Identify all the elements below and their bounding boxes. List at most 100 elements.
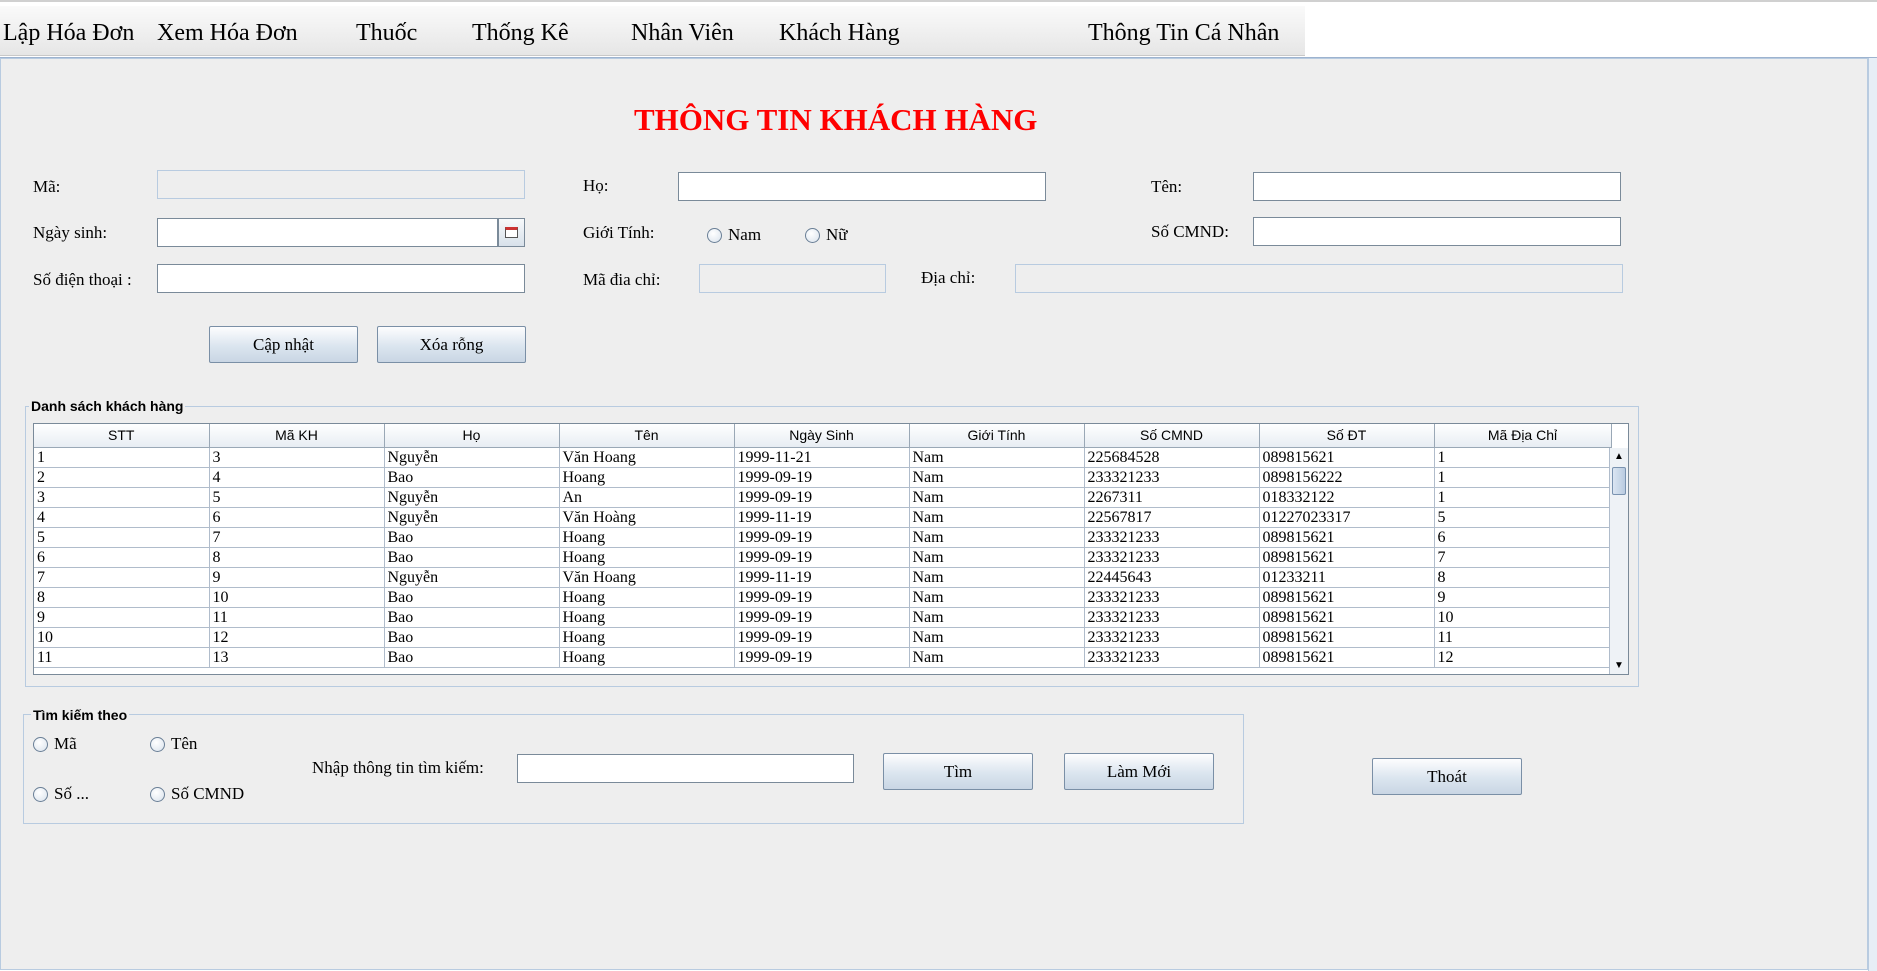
search-input[interactable] [517, 754, 854, 783]
column-header[interactable]: Ngày Sinh [734, 424, 910, 448]
customer-list-title: Danh sách khách hàng [29, 398, 186, 414]
ho-label: Họ: [583, 176, 609, 195]
table-cell: 11 [209, 607, 385, 628]
table-cell: 1 [1434, 447, 1612, 468]
so-dien-thoai-label: Số điện thoại : [33, 270, 132, 289]
scroll-up-icon[interactable]: ▲ [1610, 448, 1628, 465]
table-cell: 1999-09-19 [734, 467, 910, 488]
table-cell: 8 [1434, 567, 1612, 588]
menu-thuoc[interactable]: Thuốc [356, 20, 417, 47]
table-cell: 4 [209, 467, 385, 488]
column-header[interactable]: Mã KH [209, 424, 385, 448]
table-cell: 10 [34, 627, 210, 648]
table-row[interactable]: 2 4 Bao Hoang 1999-09-19 Nam 233321233 08981562… [34, 467, 1612, 488]
ngay-sinh-field[interactable] [157, 218, 498, 247]
clear-button[interactable]: Xóa rỗng [377, 326, 526, 363]
table-cell: An [559, 487, 735, 508]
column-header[interactable]: Số CMND [1084, 424, 1260, 448]
menu-khach-hang[interactable]: Khách Hàng [779, 20, 900, 47]
table-row[interactable]: 4 6 Nguyễn Văn Hoàng 1999-11-19 Nam 22567817 01… [34, 507, 1612, 528]
table-row[interactable]: 11 13 Bao Hoang 1999-09-19 Nam 233321233 089815… [34, 647, 1612, 668]
table-cell: Nguyễn [384, 447, 560, 468]
menu-thong-ke[interactable]: Thống Kê [472, 20, 569, 47]
table-cell: Nam [909, 467, 1085, 488]
table-cell: 225684528 [1084, 447, 1260, 468]
gioi-tinh-nu-radio[interactable]: Nữ [805, 225, 848, 245]
menu-lap-hoa-don[interactable]: Lập Hóa Đơn [3, 20, 134, 47]
search-input-label: Nhập thông tin tìm kiếm: [312, 758, 484, 777]
find-button[interactable]: Tìm [883, 753, 1033, 790]
calendar-icon[interactable] [498, 218, 525, 247]
ma-dia-chi-field[interactable] [699, 264, 886, 293]
ngay-sinh-label: Ngày sinh: [33, 223, 108, 242]
table-cell: Hoang [559, 527, 735, 548]
table-cell: Bao [384, 527, 560, 548]
table-cell: 6 [34, 547, 210, 568]
radio-label: Tên [171, 734, 198, 753]
table-row[interactable]: 10 12 Bao Hoang 1999-09-19 Nam 233321233 089815… [34, 627, 1612, 648]
table-row[interactable]: 1 3 Nguyễn Văn Hoang 1999-11-21 Nam 225684528 0… [34, 447, 1612, 468]
radio-label: Nữ [826, 225, 848, 244]
table-cell: 12 [209, 627, 385, 648]
search-by-ma-radio[interactable]: Mã [33, 734, 77, 754]
table-cell: Hoang [559, 607, 735, 628]
update-button[interactable]: Cập nhật [209, 326, 358, 363]
table-cell: 01227023317 [1259, 507, 1435, 528]
column-header[interactable]: Giới Tính [909, 424, 1085, 448]
menu-thong-tin-ca-nhan[interactable]: Thông Tin Cá Nhân [1088, 20, 1279, 47]
table-row[interactable]: 3 5 Nguyễn An 1999-09-19 Nam 2267311 018332122 1 [34, 487, 1612, 508]
table-row[interactable]: 8 10 Bao Hoang 1999-09-19 Nam 233321233 0898156… [34, 587, 1612, 608]
table-cell: 1999-09-19 [734, 627, 910, 648]
table-cell: Nam [909, 607, 1085, 628]
radio-icon [33, 736, 48, 752]
column-header[interactable]: Mã Địa Chỉ [1434, 424, 1612, 448]
table-cell: 089815621 [1259, 447, 1435, 468]
page-title: THÔNG TIN KHÁCH HÀNG [634, 102, 1038, 137]
so-dien-thoai-field[interactable] [157, 264, 525, 293]
table-cell: 1 [1434, 467, 1612, 488]
ma-field[interactable] [157, 170, 525, 199]
dia-chi-field[interactable] [1015, 264, 1623, 293]
table-cell: 5 [1434, 507, 1612, 528]
table-cell: Bao [384, 607, 560, 628]
panel-edge [1868, 58, 1877, 971]
scroll-down-icon[interactable]: ▼ [1610, 657, 1628, 674]
column-header[interactable]: Họ [384, 424, 560, 448]
column-header[interactable]: Tên [559, 424, 735, 448]
cmnd-label: Số CMND: [1151, 222, 1229, 241]
table-cell: Bao [384, 627, 560, 648]
table-cell: Nam [909, 547, 1085, 568]
table-row[interactable]: 9 11 Bao Hoang 1999-09-19 Nam 233321233 0898156… [34, 607, 1612, 628]
search-by-cmnd-radio[interactable]: Số CMND [150, 784, 244, 804]
column-header[interactable]: Số ĐT [1259, 424, 1435, 448]
exit-button[interactable]: Thoát [1372, 758, 1522, 795]
gioi-tinh-nam-radio[interactable]: Nam [707, 225, 761, 245]
table-row[interactable]: 6 8 Bao Hoang 1999-09-19 Nam 233321233 08981562… [34, 547, 1612, 568]
ho-field[interactable] [678, 172, 1046, 201]
table-cell: Nam [909, 507, 1085, 528]
radio-label: Nam [728, 225, 762, 244]
menu-nhan-vien[interactable]: Nhân Viên [631, 20, 734, 47]
table-cell: Nam [909, 447, 1085, 468]
cmnd-field[interactable] [1253, 217, 1621, 246]
table-scrollbar[interactable]: ▲ ▼ [1609, 448, 1628, 674]
table-cell: 1999-09-19 [734, 607, 910, 628]
table-cell: 1 [1434, 487, 1612, 508]
table-cell: 22567817 [1084, 507, 1260, 528]
table-cell: 9 [34, 607, 210, 628]
table-row[interactable]: 5 7 Bao Hoang 1999-09-19 Nam 233321233 08981562… [34, 527, 1612, 548]
table-cell: 089815621 [1259, 607, 1435, 628]
ten-field[interactable] [1253, 172, 1621, 201]
ma-dia-chi-label: Mã đia chỉ: [583, 270, 661, 289]
menu-xem-hoa-don[interactable]: Xem Hóa Đơn [157, 20, 298, 47]
table-cell: 233321233 [1084, 467, 1260, 488]
table-row[interactable]: 7 9 Nguyễn Văn Hoang 1999-11-19 Nam 22445643 01… [34, 567, 1612, 588]
column-header[interactable]: STT [34, 424, 210, 448]
search-by-so-radio[interactable]: Số ... [33, 784, 89, 804]
refresh-button[interactable]: Làm Mới [1064, 753, 1214, 790]
table-cell: 10 [1434, 607, 1612, 628]
table-cell: Bao [384, 647, 560, 668]
search-by-ten-radio[interactable]: Tên [150, 734, 197, 754]
table-cell: 089815621 [1259, 587, 1435, 608]
scroll-thumb[interactable] [1612, 467, 1626, 495]
